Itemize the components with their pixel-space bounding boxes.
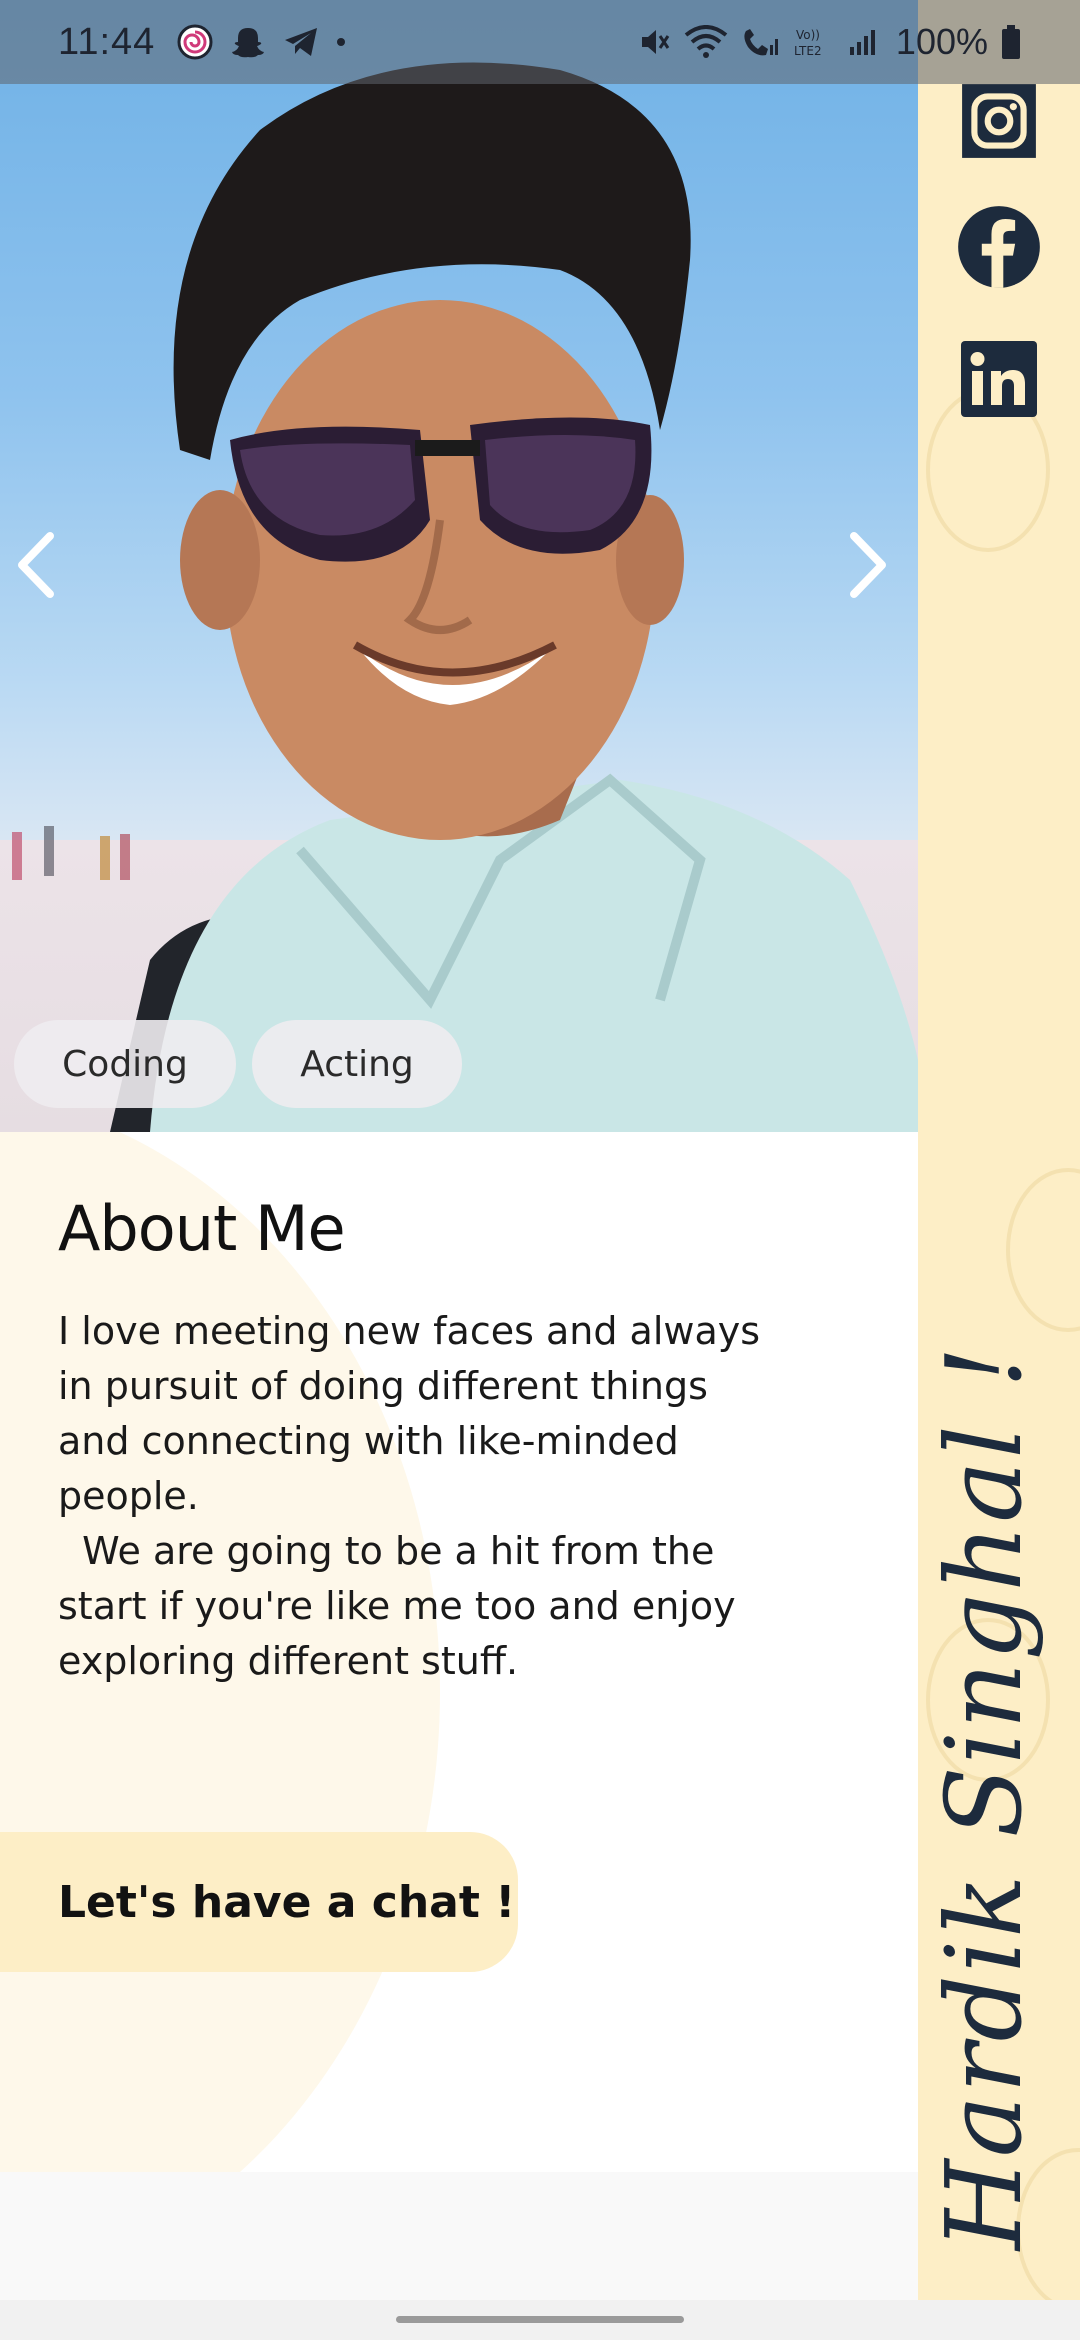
wifi-icon: [684, 25, 728, 59]
profile-photo: [12, 62, 918, 1132]
system-navigation-bar: [0, 2300, 1080, 2340]
signature-text: Hardik Singhal !: [923, 1344, 1045, 2251]
next-photo-arrow[interactable]: [842, 530, 892, 600]
svg-text:LTE2: LTE2: [794, 44, 822, 58]
interest-chip-acting[interactable]: Acting: [252, 1020, 462, 1108]
mute-icon: [638, 25, 672, 59]
social-side-panel: Hardik Singhal !: [918, 0, 1080, 2300]
notification-dot: [337, 38, 346, 46]
page-footer-space: [0, 2172, 918, 2300]
telegram-icon: [283, 26, 319, 58]
chat-button[interactable]: Let's have a chat !: [0, 1832, 518, 1972]
about-section: About Me I love meeting new faces and al…: [0, 1132, 918, 2172]
snapchat-icon: [231, 25, 265, 59]
interest-chip-coding[interactable]: Coding: [14, 1020, 236, 1108]
volte-lte2-icon: Vo)) LTE2: [792, 25, 836, 59]
status-time: 11:44: [58, 20, 156, 63]
app-spiral-icon: [177, 24, 213, 60]
signal-icon: [848, 27, 878, 57]
facebook-icon[interactable]: [938, 186, 1060, 308]
battery-percent: 100%: [895, 21, 988, 62]
previous-photo-arrow[interactable]: [12, 530, 62, 600]
about-bio: I love meeting new faces and always in p…: [58, 1309, 761, 1683]
home-gesture-handle[interactable]: [396, 2316, 684, 2323]
profile-photo-carousel[interactable]: Coding Acting: [0, 0, 918, 1132]
svg-text:Vo)): Vo)): [796, 28, 820, 42]
wifi-calling-icon: [740, 25, 780, 59]
linkedin-icon[interactable]: [938, 318, 1060, 440]
about-title: About Me: [58, 1192, 346, 1265]
status-bar: 11:44 Vo)) LTE2 100%: [0, 0, 1080, 84]
battery-icon: [1000, 24, 1022, 60]
